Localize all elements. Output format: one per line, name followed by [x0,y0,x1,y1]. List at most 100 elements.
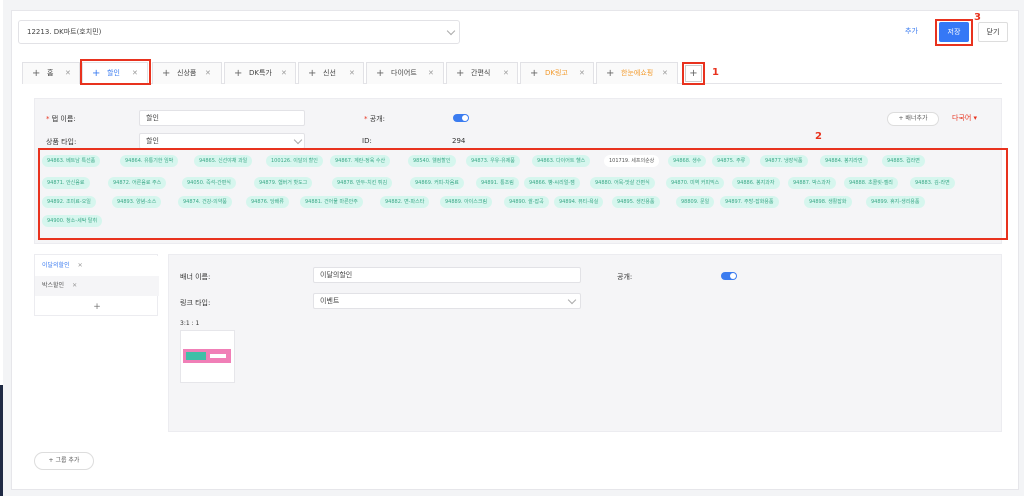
tab-dk-special[interactable]: + DK특가 ✕ [224,62,296,84]
tab-fresh[interactable]: + 신선 ✕ [298,62,364,84]
public-label-text: 공개: [369,115,385,123]
close-icon[interactable]: ✕ [205,63,211,84]
public-toggle[interactable] [453,114,469,122]
category-chip[interactable]: 94867. 계란-정육 수산 [330,155,391,167]
category-chip[interactable]: 94892. 조미료-오일 [42,196,96,208]
close-icon[interactable]: ✕ [72,282,77,289]
category-chip[interactable]: 94889. 아이스크림 [440,196,493,208]
category-chip[interactable]: 94886. 봉지과자 [732,177,780,189]
category-chip[interactable]: 98540. 웰컴할인 [408,155,456,167]
tab-label: 간편식 [471,69,491,77]
category-chip[interactable]: 98809. 문일 [676,196,715,208]
tab-convenience[interactable]: + 간편식 ✕ [446,62,518,84]
banner-list-item-label: 박스할인 [42,282,65,289]
category-chip[interactable]: 94897. 주방-잡화용품 [720,196,779,208]
category-chip[interactable]: 94890. 쌀-잡곡 [504,196,549,208]
banner-name-input[interactable]: 이달의할인 [313,267,581,283]
save-button[interactable]: 저장 [939,22,969,42]
category-chip[interactable]: 101719. 세프의순상 [604,155,660,167]
category-chip[interactable]: 94872. 어른음료 주스 [108,177,167,189]
category-chip[interactable]: 94888. 초콜릿-젤리 [844,177,898,189]
add-tab-button[interactable]: + [685,65,702,82]
close-icon[interactable]: ✕ [281,63,287,84]
category-chip[interactable]: 94050. 즉석-간편식 [182,177,236,189]
store-select[interactable]: 12213. DK마트(호치민) [18,20,460,44]
close-icon[interactable]: ✕ [428,63,434,84]
close-icon[interactable]: ✕ [662,63,668,84]
tab-label: DK링고 [545,69,568,77]
category-chip[interactable]: 94871. 안신음료 [42,177,90,189]
tab-home[interactable]: + 홈 ✕ [22,62,80,84]
category-chip[interactable]: 94879. 햄버거 핫도그 [254,177,313,189]
category-chip[interactable]: 94891. 통조림 [476,177,519,189]
tab-label: 신상품 [177,69,197,77]
tab-name-label: * 탭 이름: [46,114,76,124]
tab-new-products[interactable]: + 신상품 ✕ [152,62,222,84]
banner-list-item[interactable]: 박스할인 ✕ [35,276,159,296]
banner-add-button[interactable]: + 배너추가 [887,112,939,126]
tab-diet[interactable]: + 다이어트 ✕ [366,62,444,84]
tab-discount[interactable]: + 할인 ✕ [82,62,148,84]
category-chip[interactable]: 94878. 만두-치킨 튀김 [332,177,393,189]
category-chip[interactable]: 94869. 커피-차음료 [410,177,464,189]
category-chip[interactable]: 94900. 청소-세탁 탈취 [42,215,103,227]
product-type-select[interactable]: 할인 [139,133,305,149]
category-chip[interactable]: 94875. 주류 [712,155,751,167]
category-chip[interactable]: 94885. 컵라면 [882,155,925,167]
category-chip[interactable]: 94881. 건어물 마른안주 [300,196,363,208]
plus-icon: + [606,68,615,79]
banner-list-item[interactable]: 이달의할인 ✕ [35,256,159,276]
link-type-select[interactable]: 이벤트 [313,293,581,309]
plus-icon: + [308,68,317,79]
banner-thumbnail-image [183,349,231,363]
category-chip[interactable]: 94876. 당배류 [246,196,289,208]
category-chip[interactable]: 94863. 베트남 특선품 [42,155,101,167]
category-chip[interactable]: 94868. 생수 [668,155,707,167]
left-edge-dark [0,385,3,496]
category-chip[interactable]: 100126. 이달의 할인 [266,155,323,167]
category-chip[interactable]: 94899. 휴지-생리용품 [866,196,925,208]
close-icon[interactable]: ✕ [65,63,71,84]
category-chip[interactable]: 94863. 다이어트 헬스 [532,155,591,167]
category-chip[interactable]: 94880. 어묵-맛살 간편식 [590,177,655,189]
add-group-button[interactable]: + 그룹 추가 [34,452,94,470]
product-type-label: 상품 타입: [46,138,77,146]
close-button[interactable]: 닫기 [978,22,1008,42]
plus-icon: + [162,68,171,79]
category-chip[interactable]: 94894. 뷰티-욕실 [554,196,604,208]
add-banner-button[interactable]: + [35,297,159,317]
add-button[interactable]: 추가 [905,26,918,36]
category-chip[interactable]: 94898. 생활잡화 [804,196,852,208]
category-chip[interactable]: 94882. 면-파스타 [380,196,430,208]
category-chip[interactable]: 94887. 박스과자 [788,177,836,189]
category-chip[interactable]: 94864. 유통기한 임박 [120,155,179,167]
banner-public-toggle[interactable] [721,272,737,280]
tab-quick-shopping[interactable]: + 한눈에쇼핑 ✕ [596,62,678,84]
banner-list-item-label: 이달의할인 [42,262,70,269]
category-chip[interactable]: 94884. 봉지라면 [820,155,868,167]
tab-label: 할인 [107,69,120,77]
category-chip[interactable]: 94874. 건강-의약품 [178,196,232,208]
banner-detail-panel [168,254,1002,432]
category-chip[interactable]: 94895. 생진용품 [612,196,660,208]
category-chip[interactable]: 94873. 우유-유제품 [466,155,520,167]
category-chip[interactable]: 94866. 빵-씨리얼-잼 [524,177,580,189]
tab-label: 한눈에쇼핑 [621,69,654,77]
close-icon[interactable]: ✕ [132,63,138,84]
close-icon[interactable]: ✕ [349,63,355,84]
category-chip[interactable]: 94883. 김-라면 [910,177,955,189]
tab-name-input[interactable]: 할인 [139,110,305,126]
annotation-number-1: 1 [712,67,719,78]
multilang-dropdown[interactable]: 다국어 ▾ [952,113,977,123]
close-icon[interactable]: ✕ [503,63,509,84]
category-chip[interactable]: 94893. 양념-소스 [112,196,162,208]
banner-name-label: 배너 이름: [180,273,211,281]
close-icon[interactable]: ✕ [78,262,83,269]
category-chip[interactable]: 94870. 미역 커피믹스 [666,177,725,189]
category-chip[interactable]: 94865. 신선야채 과일 [194,155,253,167]
tab-dk-lingo[interactable]: + DK링고 ✕ [520,62,594,84]
close-icon[interactable]: ✕ [579,63,585,84]
category-chip-list: 94863. 베트남 특선품 94864. 유통기한 임박 94865. 신선야… [42,155,1002,235]
tab-name-label-text: 탭 이름: [51,115,76,123]
category-chip[interactable]: 94877. 냉장식품 [760,155,808,167]
